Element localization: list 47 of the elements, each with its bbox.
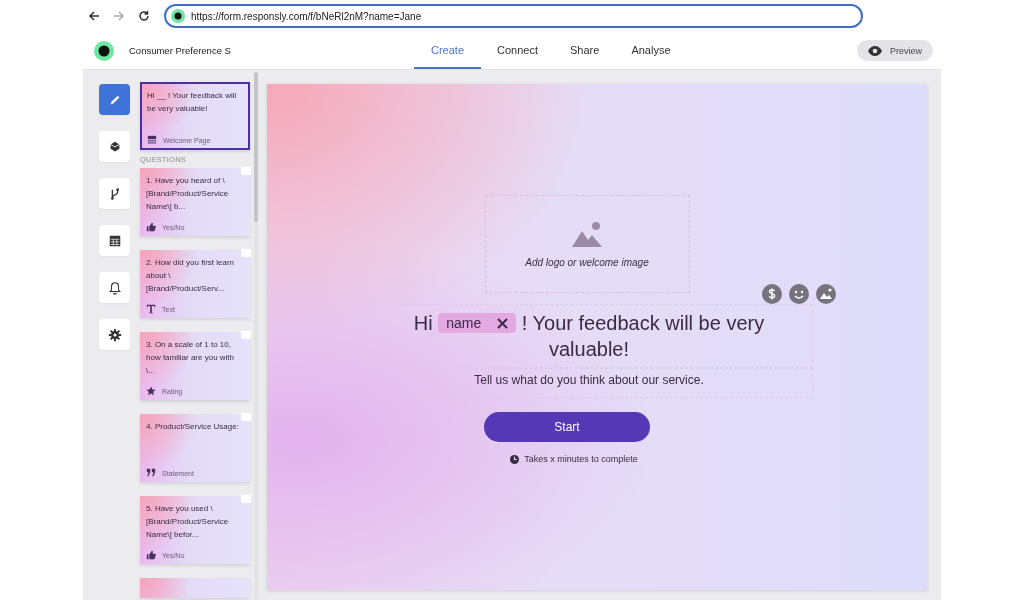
heading-field[interactable]: Hi name ! Your feedback will be very valuable! [365,304,813,368]
bell-icon [107,280,122,295]
close-icon[interactable] [497,317,509,329]
address-bar[interactable]: https://form.responsly.com/f/bNeRl2nM?name=Jane [164,4,863,28]
dropzone-label: Add logo or welcome image [525,256,649,268]
quote-icon [146,468,156,478]
scrollbar[interactable] [254,72,258,600]
question-text: 3. On a scale of 1 to 10, how familiar are you with \... [146,339,236,377]
thumbs-up-icon [146,222,156,232]
question-text: 1. Have you heard of \[Brand/Product/Service Name\] b... [146,175,230,213]
tool-button[interactable] [99,272,130,303]
question-text: 2. How did you first learn about \[Brand/Product/Serv... [146,257,236,295]
image-icon[interactable] [816,284,836,304]
start-button[interactable]: Start [484,412,650,442]
tool-button[interactable] [99,178,130,209]
subtitle-field[interactable]: Tell us what do you think about our service. [365,368,813,398]
image-icon [572,220,602,247]
question-text: Hi __ ! Your feedback will be very valuable! [147,90,238,115]
form-title: Consumer Preference S [129,45,232,56]
tab[interactable]: Connect [481,32,554,69]
page-icon [147,135,157,145]
variable-tag[interactable]: name [438,313,517,333]
star-icon [146,386,156,396]
calculator-icon [107,233,122,248]
text-icon [146,304,156,314]
question-text: 4. Product/Service Usage: [146,421,240,433]
smiley-icon[interactable] [789,284,809,304]
tab[interactable]: Share [554,32,616,69]
tool-button[interactable] [99,131,130,162]
heading-text: Hi [413,312,433,334]
heading-text: ! Your feedback will be very valuable! [521,312,765,360]
thumbs-up-icon [146,550,156,560]
question-text: 5. Have you used \[Brand/Product/Service Name\] befor... [146,503,230,541]
reload-icon[interactable] [138,10,150,22]
tab[interactable]: Analyse [615,32,687,69]
tool-button[interactable] [99,225,130,256]
back-icon[interactable] [88,10,100,22]
site-icon [171,9,185,23]
preview-button[interactable]: Preview [857,40,933,61]
settings-icon [107,327,122,342]
logo-icon [94,40,114,61]
image-dropzone[interactable]: Add logo or welcome image [484,195,690,293]
time-note: Takes x minutes to complete [524,454,638,464]
tool-button[interactable] [99,319,130,350]
dollar-icon[interactable] [762,284,782,304]
clock-icon [510,454,520,464]
eye-icon [868,45,882,56]
